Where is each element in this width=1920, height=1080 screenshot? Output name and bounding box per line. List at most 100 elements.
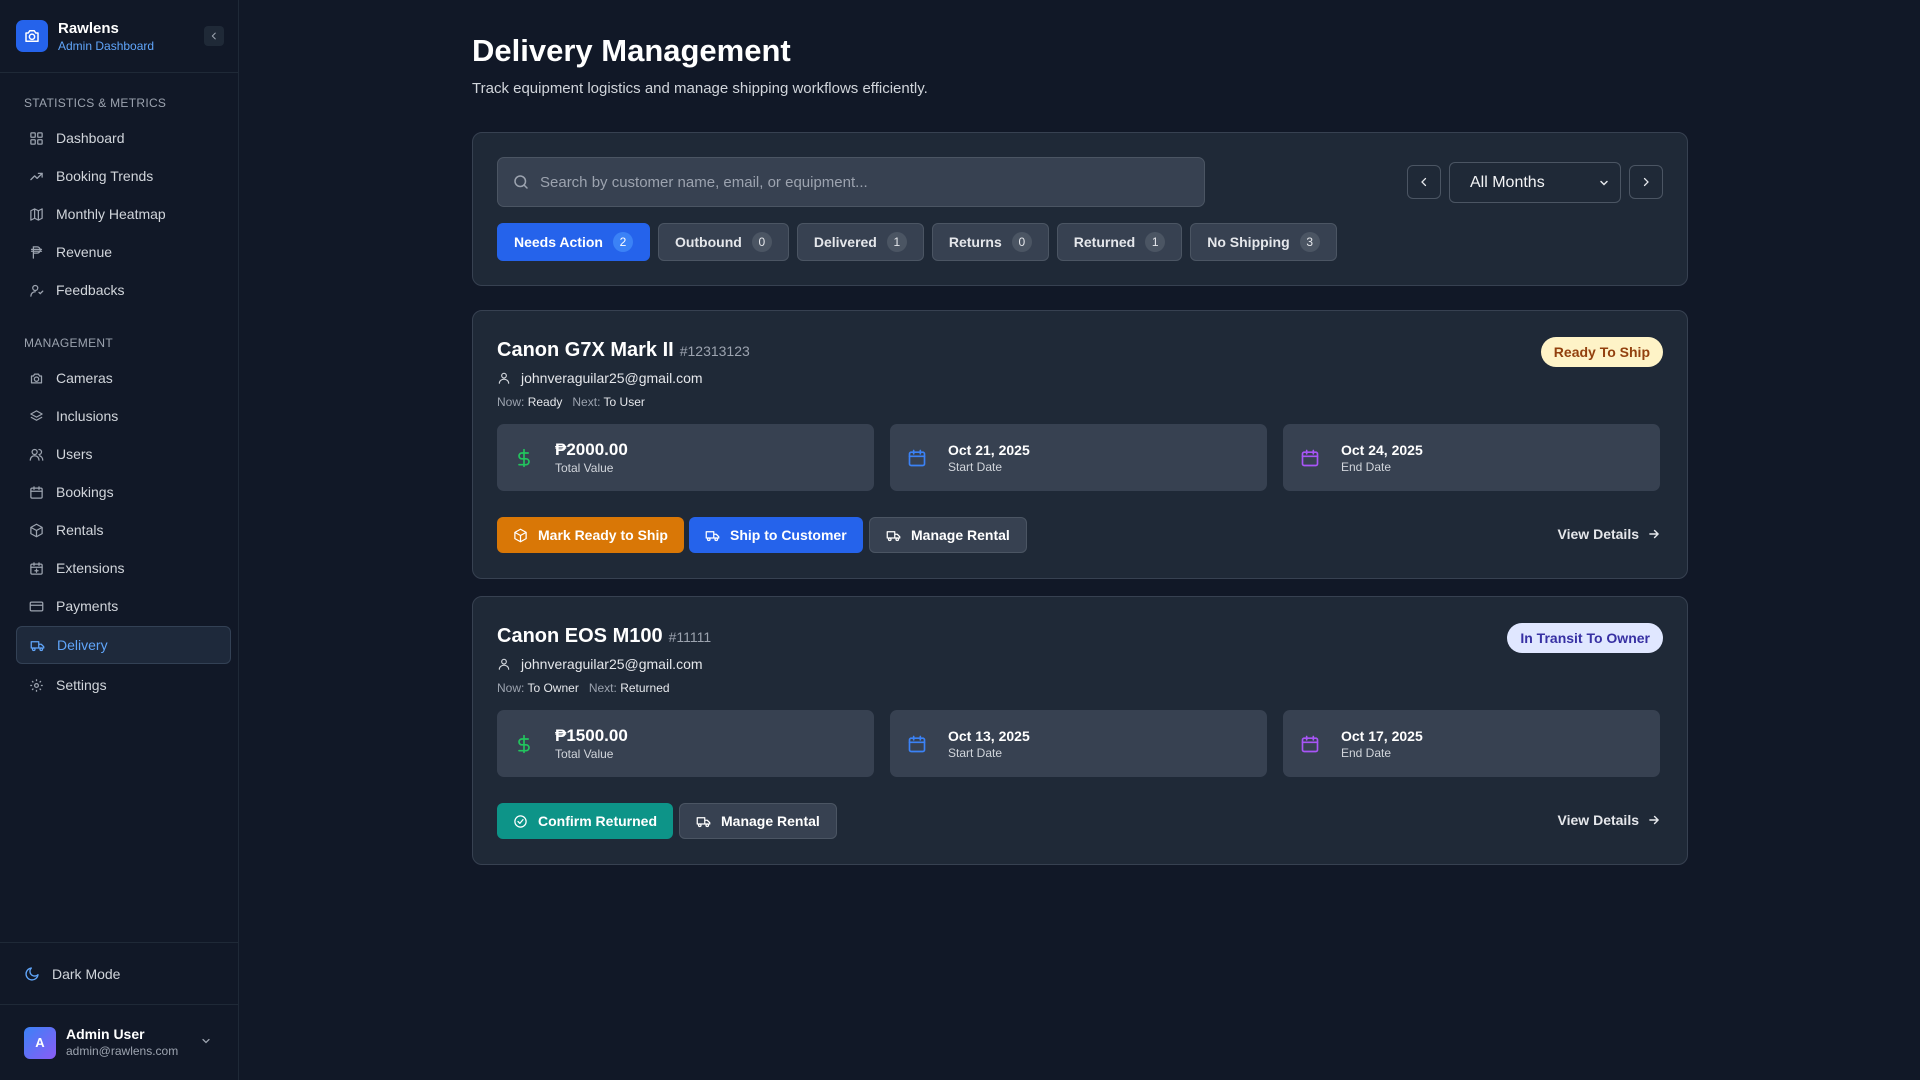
sidebar-item-label: Dashboard xyxy=(56,130,125,146)
truck-icon xyxy=(886,528,901,543)
tab-outbound[interactable]: Outbound 0 xyxy=(657,223,789,261)
sidebar-item-extensions[interactable]: Extensions xyxy=(16,551,231,585)
calendar-icon xyxy=(1297,734,1323,754)
end-date-label: End Date xyxy=(1341,459,1392,474)
next-value: To User xyxy=(603,395,645,409)
sidebar-item-users[interactable]: Users xyxy=(16,437,231,471)
sidebar-item-label: Cameras xyxy=(56,370,113,386)
ship-to-customer-button[interactable]: Ship to Customer xyxy=(689,517,863,553)
tab-needs-action[interactable]: Needs Action 2 xyxy=(497,223,650,261)
sidebar-item-bookings[interactable]: Bookings xyxy=(16,475,231,509)
status-badge: Ready To Ship xyxy=(1540,337,1663,367)
user-menu[interactable]: A Admin User admin@rawlens.com xyxy=(0,1004,239,1080)
dollar-icon xyxy=(511,733,537,755)
sidebar-item-cameras[interactable]: Cameras xyxy=(16,361,231,395)
view-details-link[interactable]: View Details xyxy=(1558,812,1661,828)
next-label: Next: xyxy=(588,681,617,695)
camera-icon xyxy=(28,370,44,386)
total-value: ₱1500.00 xyxy=(555,726,628,745)
sidebar-item-settings[interactable]: Settings xyxy=(16,668,231,702)
sidebar-item-booking-trends[interactable]: Booking Trends xyxy=(16,159,231,193)
month-select-value: All Months xyxy=(1470,173,1545,191)
calendar-icon xyxy=(904,448,930,468)
credit-card-icon xyxy=(28,598,44,614)
user-email: admin@rawlens.com xyxy=(66,1044,179,1058)
chevron-down-icon xyxy=(200,1035,212,1047)
total-value-box: ₱1500.00 Total Value xyxy=(497,710,874,777)
sidebar-item-label: Booking Trends xyxy=(56,168,154,184)
order-id: #11111 xyxy=(668,629,712,645)
box-icon xyxy=(28,522,44,538)
dark-mode-toggle[interactable]: Dark Mode xyxy=(0,942,239,1004)
button-label: Ship to Customer xyxy=(730,527,847,543)
tab-delivered[interactable]: Delivered 1 xyxy=(796,223,924,261)
workflow-steps: Now: Ready Next: To User xyxy=(497,395,645,409)
tab-count-badge: 3 xyxy=(1299,232,1320,252)
tab-label: Returned xyxy=(1073,234,1136,250)
manage-rental-button[interactable]: Manage Rental xyxy=(679,803,837,839)
sidebar-item-revenue[interactable]: Revenue xyxy=(16,235,231,269)
collapse-sidebar-button[interactable] xyxy=(204,26,224,46)
mark-ready-to-ship-button[interactable]: Mark Ready to Ship xyxy=(497,517,684,553)
tab-returned[interactable]: Returned 1 xyxy=(1056,223,1183,261)
sidebar-item-label: Rentals xyxy=(56,522,104,538)
equipment-name: Canon EOS M100 xyxy=(497,625,663,647)
order-id: #12313123 xyxy=(679,343,750,359)
view-details-link[interactable]: View Details xyxy=(1558,526,1661,542)
customer-email-row: johnveraguilar25@gmail.com xyxy=(497,370,703,386)
sidebar-item-label: Revenue xyxy=(56,244,113,260)
chevron-down-icon xyxy=(1598,177,1610,189)
manage-rental-button[interactable]: Manage Rental xyxy=(869,517,1027,553)
tab-label: No Shipping xyxy=(1207,234,1290,250)
users-icon xyxy=(28,446,44,462)
month-select[interactable]: All Months xyxy=(1449,162,1621,203)
now-label: Now: xyxy=(497,681,525,695)
workflow-steps: Now: To Owner Next: Returned xyxy=(497,681,670,695)
brand-header: Rawlens Admin Dashboard xyxy=(0,0,238,73)
user-feedback-icon xyxy=(28,282,44,298)
sidebar-item-label: Settings xyxy=(56,677,107,693)
delivery-card: Canon G7X Mark II #12313123 Ready To Ship… xyxy=(472,310,1688,579)
sidebar-item-payments[interactable]: Payments xyxy=(16,589,231,623)
sidebar-item-label: Bookings xyxy=(56,484,114,500)
start-date-box: Oct 21, 2025 Start Date xyxy=(890,424,1267,491)
tab-label: Needs Action xyxy=(514,234,603,250)
sidebar-item-delivery[interactable]: Delivery xyxy=(16,626,231,664)
next-month-button[interactable] xyxy=(1629,165,1663,199)
sidebar-item-label: Delivery xyxy=(57,637,108,653)
total-value-label: Total Value xyxy=(555,747,614,761)
prev-month-button[interactable] xyxy=(1407,165,1441,199)
button-label: Manage Rental xyxy=(911,527,1010,543)
search-input[interactable] xyxy=(540,173,1180,191)
tab-no-shipping[interactable]: No Shipping 3 xyxy=(1190,223,1337,261)
layers-icon xyxy=(28,408,44,424)
confirm-returned-button[interactable]: Confirm Returned xyxy=(497,803,673,839)
filter-panel: All Months Needs Action 2 Outbound 0 Del… xyxy=(472,132,1688,286)
truck-icon xyxy=(29,637,45,653)
customer-email-row: johnveraguilar25@gmail.com xyxy=(497,656,703,672)
sidebar-item-inclusions[interactable]: Inclusions xyxy=(16,399,231,433)
button-label: Mark Ready to Ship xyxy=(538,527,668,543)
search-box[interactable] xyxy=(497,157,1205,207)
section-title-statistics: STATISTICS & METRICS xyxy=(24,96,167,110)
sidebar-item-monthly-heatmap[interactable]: Monthly Heatmap xyxy=(16,197,231,231)
calendar-plus-icon xyxy=(28,560,44,576)
sidebar-item-feedbacks[interactable]: Feedbacks xyxy=(16,273,231,307)
card-title: Canon G7X Mark II #12313123 xyxy=(497,339,750,362)
customer-email: johnveraguilar25@gmail.com xyxy=(521,370,703,386)
dollar-icon xyxy=(511,447,537,469)
tab-count-badge: 1 xyxy=(1145,232,1166,252)
sidebar: Rawlens Admin Dashboard STATISTICS & MET… xyxy=(0,0,239,1080)
tab-label: Delivered xyxy=(813,234,877,250)
app-subtitle: Admin Dashboard xyxy=(58,38,155,53)
total-value-box: ₱2000.00 Total Value xyxy=(497,424,874,491)
package-icon xyxy=(513,528,528,543)
sidebar-item-dashboard[interactable]: Dashboard xyxy=(16,121,231,155)
tab-count-badge: 1 xyxy=(886,232,907,252)
tab-label: Returns xyxy=(948,234,1002,250)
end-date-label: End Date xyxy=(1341,745,1392,760)
tab-returns[interactable]: Returns 0 xyxy=(931,223,1049,261)
calendar-icon xyxy=(904,734,930,754)
button-label: Confirm Returned xyxy=(538,813,657,829)
sidebar-item-rentals[interactable]: Rentals xyxy=(16,513,231,547)
